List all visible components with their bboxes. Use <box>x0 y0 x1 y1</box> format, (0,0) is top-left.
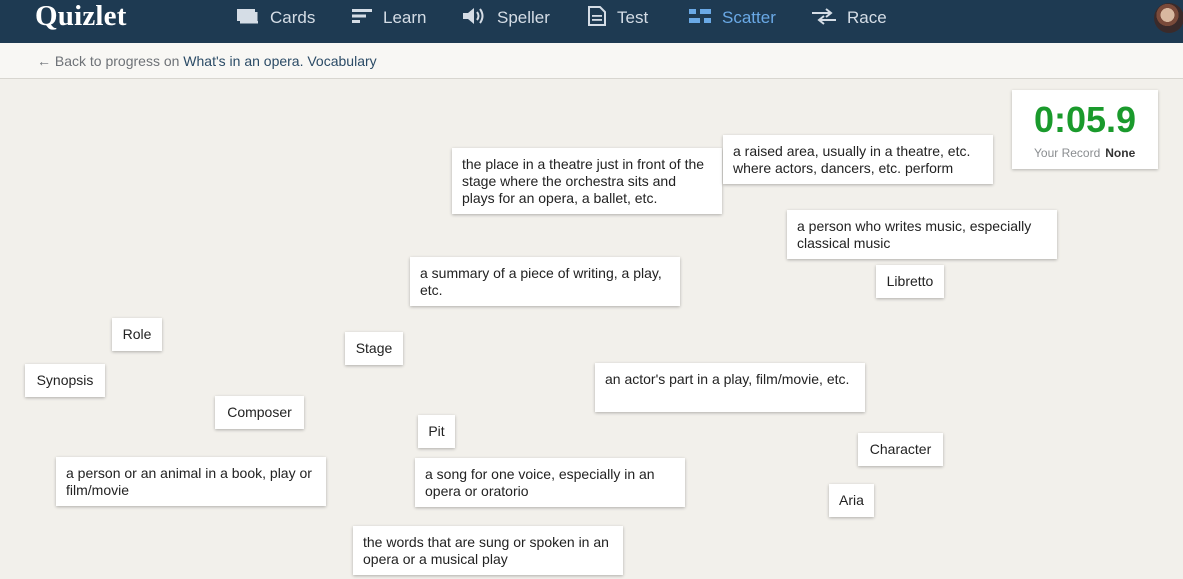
timer-value: 0:05.9 <box>1033 99 1137 140</box>
scatter-icon <box>689 8 711 29</box>
term-card[interactable]: Role <box>112 318 162 351</box>
definition-card[interactable]: the place in a theatre just in front of … <box>452 148 722 214</box>
nav-race-label: Race <box>847 8 887 27</box>
back-prefix: ← Back to progress on <box>37 53 180 69</box>
term-card[interactable]: Stage <box>345 332 403 365</box>
nav-cards[interactable]: Cards <box>237 6 315 30</box>
document-icon <box>588 5 606 31</box>
nav-test-label: Test <box>617 8 649 27</box>
race-icon <box>812 7 836 30</box>
term-card[interactable]: Synopsis <box>25 364 105 397</box>
nav-learn[interactable]: Learn <box>352 6 426 30</box>
nav-speller-label: Speller <box>497 8 550 27</box>
term-card[interactable]: Pit <box>418 415 455 448</box>
user-avatar[interactable] <box>1154 3 1183 33</box>
record-label: Your Record <box>1034 146 1101 160</box>
top-bar: Quizlet Cards Learn Speller Test Scatter… <box>0 0 1183 43</box>
term-card[interactable]: Character <box>858 433 943 466</box>
term-card[interactable]: Composer <box>215 396 304 429</box>
nav-race[interactable]: Race <box>812 6 887 30</box>
quizlet-logo[interactable]: Quizlet <box>35 0 127 36</box>
nav-learn-label: Learn <box>383 8 427 27</box>
nav-scatter[interactable]: Scatter <box>689 6 776 30</box>
nav-cards-label: Cards <box>270 8 316 27</box>
definition-card[interactable]: a raised area, usually in a theatre, etc… <box>723 135 993 184</box>
nav-scatter-label: Scatter <box>722 8 776 27</box>
term-card[interactable]: Libretto <box>876 265 944 298</box>
definition-card[interactable]: a song for one voice, especially in an o… <box>415 458 685 507</box>
record-line: Your Record None <box>1034 146 1135 160</box>
nav-speller[interactable]: Speller <box>463 6 550 30</box>
definition-card[interactable]: an actor's part in a play, film/movie, e… <box>595 363 865 412</box>
progress-bar: ← Back to progress on What's in an opera… <box>0 43 1183 79</box>
speaker-icon <box>463 7 486 30</box>
cards-icon <box>237 8 259 29</box>
term-card[interactable]: Aria <box>829 484 874 517</box>
definition-card[interactable]: a person or an animal in a book, play or… <box>56 457 326 506</box>
set-name[interactable]: What's in an opera. Vocabulary <box>183 53 376 69</box>
timer-panel: 0:05.9 Your Record None <box>1012 90 1158 169</box>
learn-icon <box>352 8 372 29</box>
definition-card[interactable]: a summary of a piece of writing, a play,… <box>410 257 680 306</box>
nav-test[interactable]: Test <box>588 5 649 31</box>
back-to-progress-link[interactable]: ← Back to progress on What's in an opera… <box>37 53 377 69</box>
definition-card[interactable]: the words that are sung or spoken in an … <box>353 526 623 575</box>
record-value: None <box>1105 146 1136 160</box>
definition-card[interactable]: a person who writes music, especially cl… <box>787 210 1057 259</box>
